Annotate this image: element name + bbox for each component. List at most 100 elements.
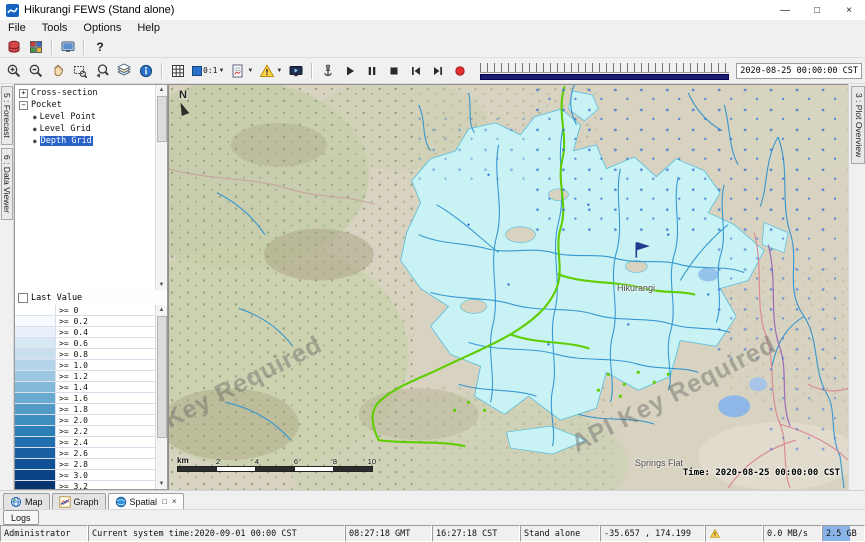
info-icon[interactable] bbox=[135, 61, 157, 81]
tree-expander-icon[interactable]: ● bbox=[33, 114, 37, 121]
scroll-down-icon[interactable]: ▼ bbox=[159, 479, 165, 489]
legend-swatch bbox=[15, 437, 56, 447]
skip-start-icon[interactable] bbox=[405, 61, 427, 81]
legend-row[interactable]: >= 0.8 bbox=[15, 349, 156, 360]
layers-icon[interactable] bbox=[113, 61, 135, 81]
menu-item[interactable]: Help bbox=[129, 20, 168, 36]
legend-row[interactable]: >= 2.6 bbox=[15, 448, 156, 459]
monitor-icon[interactable] bbox=[57, 37, 79, 57]
chevron-down-icon: ▼ bbox=[218, 68, 224, 74]
profile-icon[interactable]: ▼ bbox=[227, 61, 256, 81]
tree-item[interactable]: ●Level Point bbox=[15, 111, 156, 123]
legend-row[interactable]: >= 3.2 bbox=[15, 481, 156, 489]
legend-row[interactable]: >= 0.4 bbox=[15, 327, 156, 338]
legend-row[interactable]: >= 2.2 bbox=[15, 426, 156, 437]
tree-item[interactable]: −Pocket bbox=[15, 99, 156, 111]
maximize-button[interactable]: □ bbox=[801, 0, 833, 20]
legend-swatch bbox=[15, 338, 56, 348]
status-warning[interactable] bbox=[705, 525, 763, 542]
scrollbar-thumb[interactable] bbox=[157, 96, 167, 142]
map-time-label: Time: 2020-08-25 00:00:00 CST bbox=[683, 468, 840, 478]
tree-expander-icon[interactable]: ● bbox=[33, 126, 37, 133]
logs-button[interactable]: Logs bbox=[3, 510, 39, 525]
scale-unit-label: km bbox=[177, 456, 189, 465]
last-value-checkbox[interactable] bbox=[18, 293, 28, 303]
float-tab-button[interactable]: □ bbox=[162, 497, 167, 506]
window-title: Hikurangi FEWS (Stand alone) bbox=[24, 4, 174, 16]
legend-swatch bbox=[15, 371, 56, 381]
play-icon[interactable] bbox=[339, 61, 361, 81]
tree-expander-icon[interactable]: + bbox=[19, 89, 28, 98]
scale-icon[interactable]: 0:1▼ bbox=[189, 61, 227, 81]
menu-item[interactable]: Tools bbox=[34, 20, 76, 36]
legend-row[interactable]: >= 1.4 bbox=[15, 382, 156, 393]
warning-icon[interactable]: ▼ bbox=[256, 61, 285, 81]
app-window: Hikurangi FEWS (Stand alone) — □ × File … bbox=[0, 0, 865, 542]
legend-row[interactable]: >= 2.0 bbox=[15, 415, 156, 426]
tree-expander-icon[interactable]: ● bbox=[33, 138, 37, 145]
skip-end-icon[interactable] bbox=[427, 61, 449, 81]
legend-row[interactable]: >= 2.8 bbox=[15, 459, 156, 470]
vertical-tab[interactable]: 3 : Plot Overview bbox=[851, 86, 865, 164]
menu-item[interactable]: Options bbox=[75, 20, 129, 36]
logs-row: Logs bbox=[0, 509, 865, 525]
legend-header: Last Value bbox=[15, 290, 167, 306]
tab-spatial[interactable]: Spatial □ × bbox=[108, 493, 184, 509]
close-button[interactable]: × bbox=[833, 0, 865, 20]
tab-graph[interactable]: Graph bbox=[52, 493, 106, 509]
stop-icon[interactable] bbox=[383, 61, 405, 81]
legend-row[interactable]: >= 0.6 bbox=[15, 338, 156, 349]
pause-icon[interactable] bbox=[361, 61, 383, 81]
anchor-icon[interactable] bbox=[317, 61, 339, 81]
status-system-time: Current system time:2020-09-01 00:00 CST bbox=[88, 525, 345, 542]
record-icon[interactable] bbox=[449, 61, 471, 81]
scroll-up-icon[interactable]: ▲ bbox=[159, 305, 165, 315]
north-arrow-icon: N bbox=[179, 89, 187, 115]
scrollbar-thumb[interactable] bbox=[157, 316, 167, 438]
tree-expander-icon[interactable]: − bbox=[19, 101, 28, 110]
legend-swatch bbox=[15, 393, 56, 403]
help-icon[interactable]: ? bbox=[89, 37, 111, 57]
legend-row[interactable]: >= 2.4 bbox=[15, 437, 156, 448]
place-label: Springs Flat bbox=[635, 458, 683, 468]
legend-scrollbar[interactable]: ▲▼ bbox=[155, 305, 167, 489]
scroll-up-icon[interactable]: ▲ bbox=[159, 85, 165, 95]
legend-row[interactable]: >= 1.2 bbox=[15, 371, 156, 382]
pan-icon[interactable] bbox=[47, 61, 69, 81]
tree-item[interactable]: +Cross-section bbox=[15, 87, 156, 99]
database-icon[interactable] bbox=[3, 37, 25, 57]
close-tab-button[interactable]: × bbox=[172, 497, 177, 506]
tree-item[interactable]: ●Level Grid bbox=[15, 123, 156, 135]
time-slider[interactable] bbox=[480, 62, 729, 80]
mosaic-icon[interactable] bbox=[25, 37, 47, 57]
app-icon bbox=[6, 4, 19, 17]
tab-map[interactable]: Map bbox=[3, 493, 50, 509]
legend-row[interactable]: >= 0.2 bbox=[15, 316, 156, 327]
globe-icon bbox=[10, 496, 22, 508]
map-canvas[interactable] bbox=[169, 85, 848, 490]
scroll-down-icon[interactable]: ▼ bbox=[159, 280, 165, 290]
separator bbox=[311, 63, 313, 79]
zoom-in-icon[interactable] bbox=[3, 61, 25, 81]
legend-row[interactable]: >= 3.0 bbox=[15, 470, 156, 481]
vertical-tab[interactable]: 6 : Data Viewer bbox=[1, 148, 13, 220]
data-panel: +Cross-section −Pocket ●Level Point ●Lev… bbox=[14, 84, 168, 490]
tree-scrollbar[interactable]: ▲▼ bbox=[155, 85, 167, 290]
legend-row[interactable]: >= 0 bbox=[15, 305, 156, 316]
minimize-button[interactable]: — bbox=[769, 0, 801, 20]
place-label: Hikurangi bbox=[617, 283, 655, 293]
zoom-extent-icon[interactable] bbox=[69, 61, 91, 81]
legend-row[interactable]: >= 1.6 bbox=[15, 393, 156, 404]
zoom-previous-icon[interactable] bbox=[91, 61, 113, 81]
legend-swatch bbox=[15, 360, 56, 370]
grid-icon[interactable] bbox=[167, 61, 189, 81]
tree-item[interactable]: ●Depth Grid bbox=[15, 135, 156, 147]
zoom-out-icon[interactable] bbox=[25, 61, 47, 81]
map-view[interactable]: N API Key Required API Key Required Hiku… bbox=[168, 84, 848, 490]
legend-row[interactable]: >= 1.8 bbox=[15, 404, 156, 415]
vertical-tab[interactable]: 5 : Forecast bbox=[1, 86, 13, 145]
menu-item[interactable]: File bbox=[0, 20, 34, 36]
status-gmt-time: 08:27:18 GMT bbox=[345, 525, 432, 542]
screen-icon[interactable] bbox=[285, 61, 307, 81]
legend-row[interactable]: >= 1.0 bbox=[15, 360, 156, 371]
